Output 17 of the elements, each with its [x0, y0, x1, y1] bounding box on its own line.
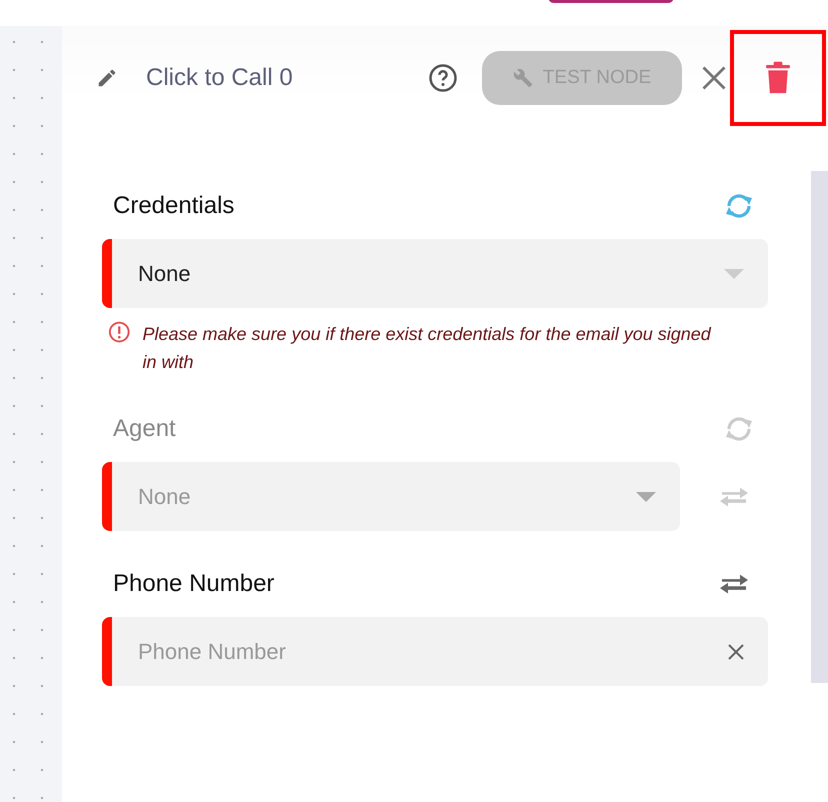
node-title: Click to Call 0 [146, 64, 294, 92]
dropdown-field[interactable]: None [102, 239, 768, 308]
caret-icon [636, 492, 656, 502]
input-field[interactable]: Phone Number [102, 617, 768, 686]
clear-icon[interactable] [728, 644, 744, 660]
help-icon[interactable] [428, 62, 458, 92]
caret-icon [724, 268, 744, 278]
error-message: Please make sure you if there exist credentials for the email you signed in with [142, 323, 712, 374]
field-label: Agent [112, 415, 176, 443]
field-label: Phone Number [112, 570, 274, 598]
close-icon[interactable] [700, 64, 728, 92]
field-label: Credentials [112, 192, 234, 220]
wrench-icon [512, 68, 533, 88]
pencil-icon[interactable] [96, 66, 118, 88]
scrollbar[interactable] [811, 171, 828, 683]
trash-icon[interactable] [765, 60, 791, 94]
error-icon [108, 320, 130, 344]
